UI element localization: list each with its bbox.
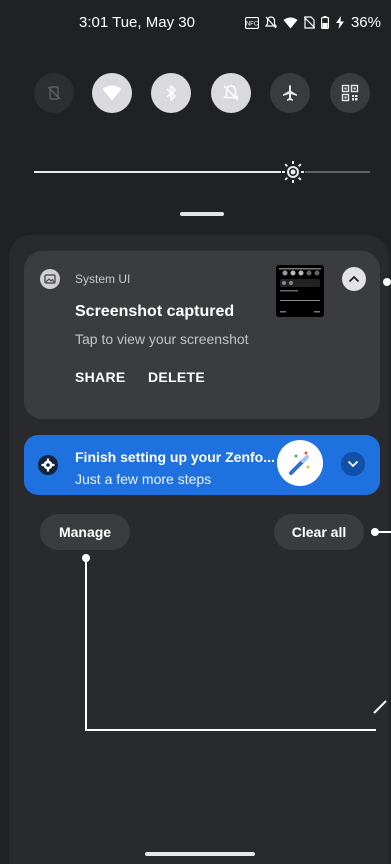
- share-button[interactable]: SHARE: [75, 369, 126, 385]
- nfc-icon: NFC: [245, 16, 259, 29]
- quick-settings-row: [0, 73, 391, 113]
- bluetooth-tile[interactable]: [151, 73, 191, 113]
- notification-title: Screenshot captured: [75, 303, 235, 320]
- annotation-line: [85, 729, 376, 731]
- auto-rotate-tile[interactable]: [34, 73, 74, 113]
- brightness-slider[interactable]: [34, 160, 370, 184]
- image-icon: [40, 269, 60, 289]
- setup-text: Just a few more steps: [75, 471, 212, 487]
- annotation-dot: [383, 278, 391, 286]
- clear-all-button[interactable]: Clear all: [274, 514, 364, 550]
- rotation-lock-icon: [47, 86, 61, 100]
- bell-off-icon: [222, 85, 240, 101]
- chevron-up-icon: [348, 275, 360, 283]
- setup-notification[interactable]: Finish setting up your Zenfo... Just a f…: [24, 435, 380, 495]
- notification-text: Tap to view your screenshot: [75, 331, 249, 347]
- svg-text:NFC: NFC: [246, 21, 259, 27]
- expand-button[interactable]: [341, 452, 365, 476]
- wifi-icon: [102, 85, 122, 101]
- annotation-line: [85, 558, 87, 730]
- status-time-date: 3:01 Tue, May 30: [79, 14, 195, 31]
- no-sim-icon: [304, 16, 315, 29]
- collapse-button[interactable]: [342, 267, 366, 291]
- gear-icon: [38, 455, 58, 475]
- notification-shade: 3:01 Tue, May 30 NFC 36% System UI Scree…: [0, 0, 391, 864]
- qr-scanner-tile[interactable]: [330, 73, 370, 113]
- airplane-icon: [283, 85, 297, 101]
- gesture-nav-bar[interactable]: [145, 852, 255, 856]
- delete-button[interactable]: DELETE: [148, 369, 205, 385]
- annotation-line: [375, 531, 391, 533]
- charging-icon: [336, 16, 344, 29]
- screenshot-thumbnail[interactable]: [276, 265, 324, 317]
- brightness-icon[interactable]: [281, 160, 305, 184]
- bluetooth-icon: [166, 85, 176, 101]
- battery-icon: [321, 16, 329, 29]
- qr-code-icon: [341, 84, 359, 102]
- setup-title: Finish setting up your Zenfo...: [75, 449, 275, 465]
- dnd-off-icon: [265, 16, 277, 29]
- wifi-tile[interactable]: [92, 73, 132, 113]
- wifi-icon: [283, 17, 298, 28]
- screenshot-notification[interactable]: System UI Screenshot captured Tap to vie…: [24, 251, 380, 419]
- airplane-mode-tile[interactable]: [270, 73, 310, 113]
- app-name: System UI: [75, 272, 131, 286]
- brightness-fill: [34, 171, 281, 173]
- chevron-down-icon: [347, 460, 359, 468]
- manage-button[interactable]: Manage: [40, 514, 130, 550]
- status-bar: 3:01 Tue, May 30 NFC 36%: [0, 14, 391, 38]
- magic-wand-icon: [277, 440, 323, 486]
- battery-percent: 36%: [350, 14, 381, 31]
- mute-tile[interactable]: [211, 73, 251, 113]
- status-icons: NFC: [245, 16, 345, 29]
- shade-drag-handle[interactable]: [180, 212, 224, 216]
